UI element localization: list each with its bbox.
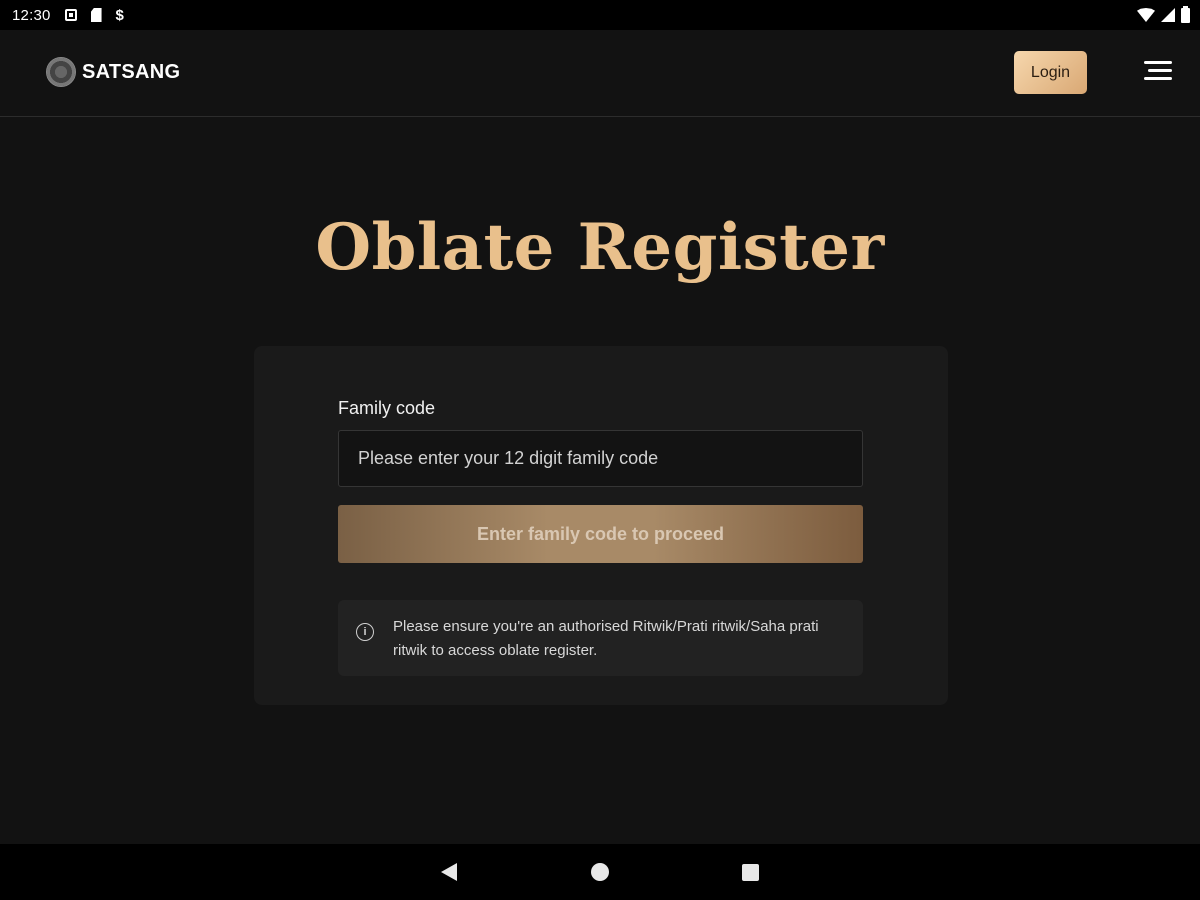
- family-code-card: Family code Enter family code to proceed…: [254, 346, 948, 705]
- status-bar: 12:30 $: [0, 0, 1200, 30]
- info-icon: i: [356, 623, 374, 641]
- photo-icon: [64, 9, 77, 21]
- navigation-bar: [0, 844, 1200, 900]
- app-header: SATSANG Login: [0, 30, 1200, 117]
- notice-text: Please ensure you're an authorised Ritwi…: [393, 618, 819, 659]
- status-right: [1137, 5, 1190, 23]
- authorisation-notice: i Please ensure you're an authorised Rit…: [338, 600, 863, 676]
- status-time: 12:30: [12, 6, 51, 24]
- login-button[interactable]: Login: [1014, 51, 1087, 94]
- battery-icon: [1181, 5, 1190, 23]
- satsang-logo-icon[interactable]: [46, 57, 76, 87]
- app-screen: 12:30 $ SATSANG Login Oblate Register Fa…: [0, 0, 1200, 900]
- proceed-button[interactable]: Enter family code to proceed: [338, 505, 863, 563]
- sd-card-icon: [90, 8, 102, 22]
- menu-line: [1144, 77, 1172, 80]
- hamburger-menu-icon[interactable]: [1140, 58, 1174, 86]
- wifi-icon: [1137, 8, 1155, 22]
- brand-name[interactable]: SATSANG: [82, 61, 180, 84]
- status-left: 12:30 $: [12, 7, 124, 24]
- family-code-input[interactable]: [338, 430, 863, 487]
- recents-icon[interactable]: [739, 861, 761, 883]
- menu-line: [1148, 69, 1172, 72]
- home-icon[interactable]: [589, 861, 611, 883]
- menu-line: [1144, 61, 1172, 64]
- back-icon[interactable]: [439, 861, 461, 883]
- dollar-icon: $: [115, 6, 124, 24]
- signal-icon: [1161, 8, 1175, 22]
- family-code-label: Family code: [338, 398, 436, 418]
- page-title: Oblate Register: [315, 210, 885, 285]
